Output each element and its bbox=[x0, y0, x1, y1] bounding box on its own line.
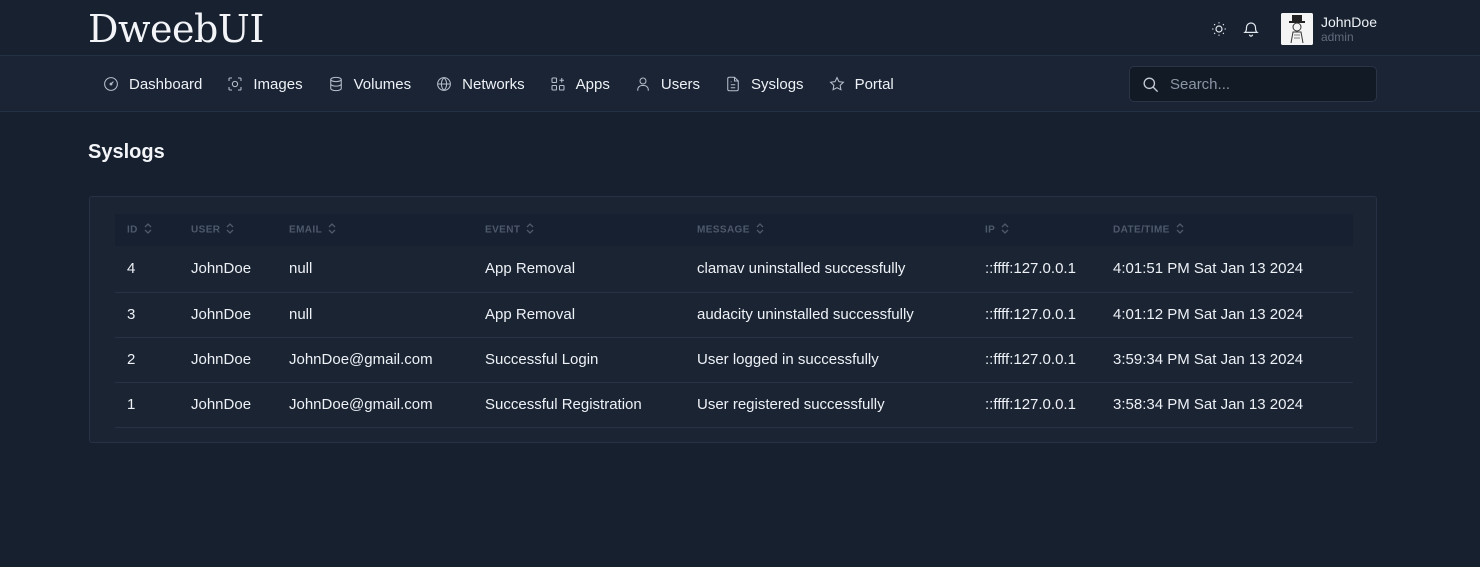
database-icon bbox=[329, 76, 342, 92]
nav-item-volumes[interactable]: Volumes bbox=[315, 66, 424, 102]
cell-email: JohnDoe@gmail.com bbox=[277, 337, 473, 383]
user-name: JohnDoe bbox=[1320, 13, 1377, 30]
sort-icon bbox=[756, 223, 764, 234]
syslogs-table: ID USER EMAIL EVENT MESSAGE IP DATE/TIME… bbox=[115, 214, 1353, 428]
column-header-email[interactable]: EMAIL bbox=[277, 214, 473, 246]
cell-user: JohnDoe bbox=[179, 382, 277, 428]
sort-icon bbox=[1001, 223, 1009, 234]
image-scan-icon bbox=[228, 77, 242, 91]
cell-event: App Removal bbox=[473, 246, 685, 293]
theme-toggle-button[interactable] bbox=[1203, 13, 1235, 45]
user-info[interactable]: JohnDoe admin bbox=[1321, 14, 1377, 45]
nav-label: Volumes bbox=[353, 75, 412, 93]
column-header-id[interactable]: ID bbox=[115, 214, 179, 246]
table-row: 2 JohnDoe JohnDoe@gmail.com Successful L… bbox=[115, 337, 1353, 383]
nav-label: Apps bbox=[575, 75, 610, 93]
star-icon bbox=[829, 76, 845, 91]
search-icon bbox=[1143, 76, 1159, 92]
cell-message: User registered successfully bbox=[685, 382, 973, 428]
sort-icon bbox=[226, 223, 234, 234]
cell-datetime: 4:01:12 PM Sat Jan 13 2024 bbox=[1101, 292, 1353, 338]
cell-id: 2 bbox=[115, 337, 179, 383]
nav-item-apps[interactable]: Apps bbox=[537, 66, 622, 102]
cell-email: null bbox=[277, 292, 473, 338]
table-row: 1 JohnDoe JohnDoe@gmail.com Successful R… bbox=[115, 382, 1353, 428]
user-role: admin bbox=[1320, 29, 1354, 44]
cell-email: JohnDoe@gmail.com bbox=[277, 382, 473, 428]
app-logo[interactable]: DweebUI bbox=[88, 8, 264, 50]
column-header-ip[interactable]: IP bbox=[973, 214, 1101, 246]
apps-plus-icon bbox=[551, 77, 565, 91]
sort-icon bbox=[526, 223, 534, 234]
avatar[interactable] bbox=[1280, 13, 1313, 45]
cell-event: Successful Registration bbox=[473, 382, 685, 428]
table-row: 4 JohnDoe null App Removal clamav uninst… bbox=[115, 246, 1353, 293]
cell-datetime: 3:58:34 PM Sat Jan 13 2024 bbox=[1101, 382, 1353, 428]
syslogs-card: ID USER EMAIL EVENT MESSAGE IP DATE/TIME… bbox=[89, 196, 1377, 443]
cell-id: 4 bbox=[115, 246, 179, 293]
table-header-row: ID USER EMAIL EVENT MESSAGE IP DATE/TIME bbox=[115, 214, 1353, 246]
bell-icon bbox=[1243, 22, 1259, 37]
file-text-icon bbox=[727, 76, 739, 92]
sort-icon bbox=[144, 223, 152, 234]
cell-user: JohnDoe bbox=[179, 337, 277, 383]
search-box[interactable] bbox=[1129, 66, 1377, 102]
column-header-message[interactable]: MESSAGE bbox=[685, 214, 973, 246]
cell-ip: ::ffff:127.0.0.1 bbox=[973, 337, 1101, 383]
cell-id: 3 bbox=[115, 292, 179, 338]
nav-label: Dashboard bbox=[129, 75, 203, 93]
cell-datetime: 3:59:34 PM Sat Jan 13 2024 bbox=[1101, 337, 1353, 383]
cell-message: clamav uninstalled successfully bbox=[685, 246, 973, 293]
top-header: DweebUI JohnDoe admin bbox=[0, 0, 1480, 56]
cell-email: null bbox=[277, 246, 473, 293]
column-header-event[interactable]: EVENT bbox=[473, 214, 685, 246]
globe-icon bbox=[437, 77, 452, 91]
search-input[interactable] bbox=[1170, 75, 1360, 93]
table-row: 3 JohnDoe null App Removal audacity unin… bbox=[115, 292, 1353, 338]
cell-datetime: 4:01:51 PM Sat Jan 13 2024 bbox=[1101, 246, 1353, 293]
gauge-icon bbox=[104, 77, 118, 91]
cell-message: User logged in successfully bbox=[685, 337, 973, 383]
nav-item-portal[interactable]: Portal bbox=[816, 66, 906, 102]
page-title: Syslogs bbox=[88, 141, 165, 163]
sort-icon bbox=[1176, 223, 1184, 234]
nav-item-syslogs[interactable]: Syslogs bbox=[712, 66, 816, 102]
cell-event: Successful Login bbox=[473, 337, 685, 383]
sun-icon bbox=[1212, 22, 1226, 36]
nav-item-users[interactable]: Users bbox=[622, 66, 712, 102]
cell-user: JohnDoe bbox=[179, 292, 277, 338]
sort-icon bbox=[328, 223, 336, 234]
notifications-button[interactable] bbox=[1235, 13, 1267, 45]
cell-ip: ::ffff:127.0.0.1 bbox=[973, 246, 1101, 293]
nav-label: Networks bbox=[462, 75, 525, 93]
cell-event: App Removal bbox=[473, 292, 685, 338]
nav-label: Syslogs bbox=[751, 75, 804, 93]
nav-item-images[interactable]: Images bbox=[214, 66, 314, 102]
cell-message: audacity uninstalled successfully bbox=[685, 292, 973, 338]
main-nav: Dashboard Images Volumes Networks Apps U… bbox=[0, 56, 1480, 112]
nav-item-dashboard[interactable]: Dashboard bbox=[90, 66, 214, 102]
user-icon bbox=[637, 77, 649, 91]
cell-user: JohnDoe bbox=[179, 246, 277, 293]
avatar-image-icon bbox=[1280, 13, 1313, 45]
cell-ip: ::ffff:127.0.0.1 bbox=[973, 292, 1101, 338]
cell-ip: ::ffff:127.0.0.1 bbox=[973, 382, 1101, 428]
nav-label: Users bbox=[660, 75, 701, 93]
nav-label: Portal bbox=[854, 75, 894, 93]
column-header-datetime[interactable]: DATE/TIME bbox=[1101, 214, 1353, 246]
column-header-user[interactable]: USER bbox=[179, 214, 277, 246]
header-actions: JohnDoe admin bbox=[1203, 12, 1377, 46]
cell-id: 1 bbox=[115, 382, 179, 428]
nav-label: Images bbox=[253, 75, 303, 93]
nav-item-networks[interactable]: Networks bbox=[423, 66, 537, 102]
